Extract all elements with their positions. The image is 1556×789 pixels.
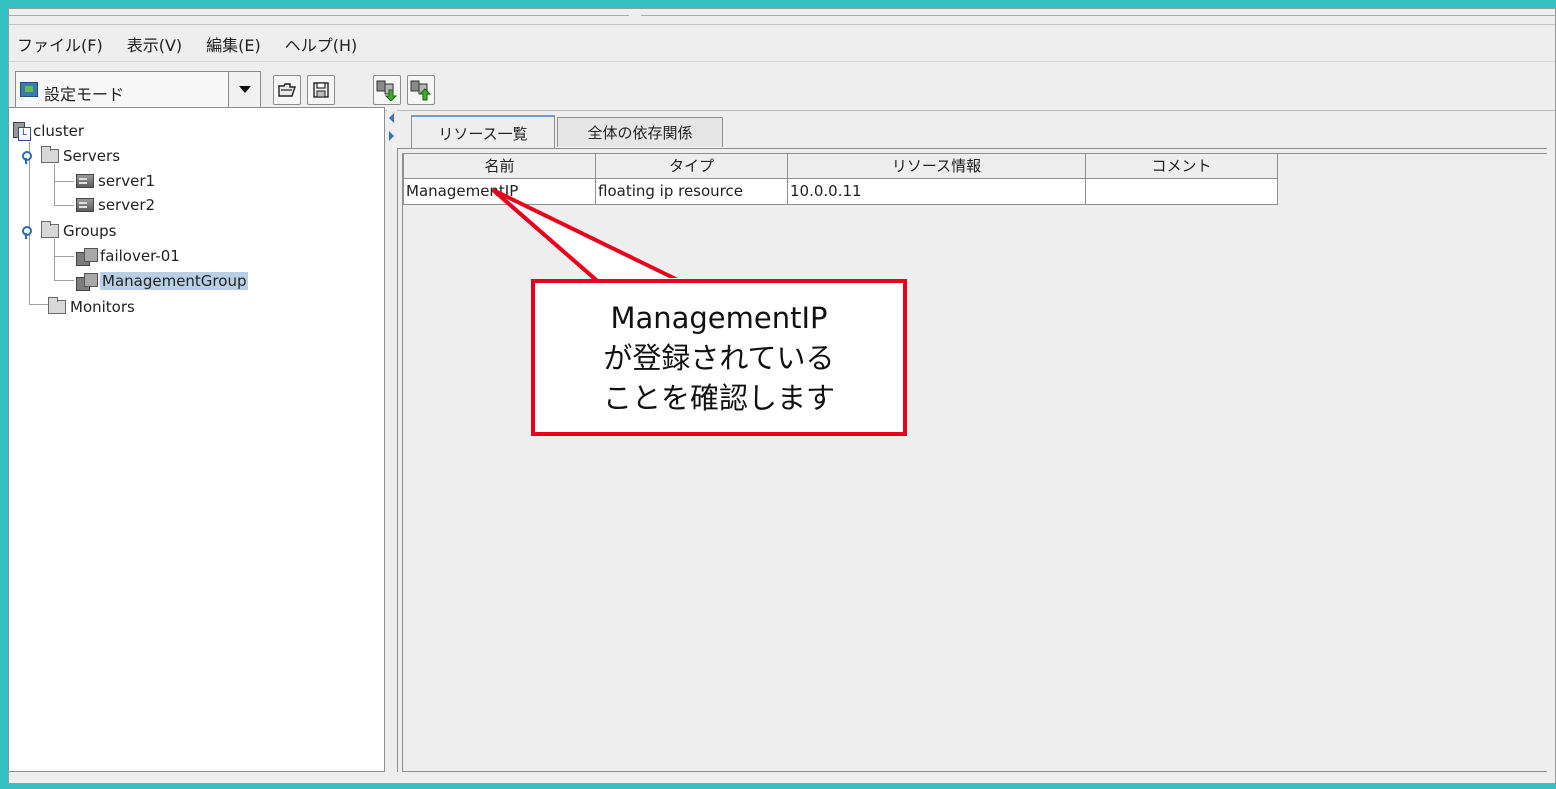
- download-icon: [376, 80, 398, 101]
- tree-line: [29, 304, 49, 305]
- tree-line: [54, 164, 55, 206]
- expand-handle-icon[interactable]: [21, 226, 32, 239]
- column-header-type[interactable]: タイプ: [595, 154, 788, 179]
- cell-name[interactable]: ManagementIP: [403, 177, 596, 205]
- cell-comment[interactable]: [1085, 177, 1278, 205]
- toolbar: 設定モード: [9, 63, 1555, 111]
- menu-file[interactable]: ファイル(F): [17, 32, 103, 56]
- mode-select-label: 設定モード: [44, 85, 125, 104]
- tree-node-failover-01[interactable]: failover-01: [76, 245, 180, 267]
- cell-resource-info[interactable]: 10.0.0.11: [787, 177, 1086, 205]
- tab-label: リソース一覧: [438, 124, 528, 143]
- menu-edit[interactable]: 編集(E): [206, 32, 261, 56]
- window-top-strip: [9, 9, 1555, 25]
- folder-icon: [48, 297, 66, 314]
- tab-content: 名前 タイプ リソース情報 コメント ManagementIP floating…: [397, 148, 1547, 772]
- mode-select[interactable]: 設定モード: [15, 71, 261, 109]
- tree-node-servers[interactable]: Servers: [21, 145, 120, 167]
- menu-help[interactable]: ヘルプ(H): [285, 32, 358, 56]
- tree-node-label: server2: [98, 196, 156, 214]
- server-icon: [76, 174, 94, 188]
- callout-line: が登録されている: [603, 340, 835, 375]
- group-icon: [76, 248, 98, 266]
- group-icon: [76, 273, 98, 291]
- chevron-down-icon[interactable]: [228, 72, 260, 108]
- open-icon: [278, 83, 296, 97]
- cluster-icon: [13, 122, 31, 141]
- tree-node-cluster[interactable]: cluster: [13, 120, 84, 142]
- tab-label: 全体の依存関係: [587, 124, 693, 142]
- tree-node-label: server1: [98, 172, 156, 190]
- save-icon: [313, 82, 329, 98]
- open-button[interactable]: [273, 75, 301, 105]
- tree-node-label: ManagementGroup: [100, 272, 249, 290]
- top-divider: [9, 15, 629, 16]
- column-header-name[interactable]: 名前: [403, 154, 596, 179]
- menu-view[interactable]: 表示(V): [127, 32, 182, 56]
- upload-button[interactable]: [407, 75, 435, 105]
- tree-node-label: failover-01: [100, 247, 180, 265]
- tab-dependencies[interactable]: 全体の依存関係: [557, 117, 723, 147]
- tree-node-server2[interactable]: server2: [76, 194, 155, 216]
- folder-icon: [41, 221, 59, 238]
- collapse-right-icon[interactable]: [389, 131, 394, 141]
- tree-line: [54, 280, 74, 281]
- tree-node-managementgroup[interactable]: ManagementGroup: [76, 270, 249, 292]
- callout-box: ManagementIP が登録されている ことを確認します: [531, 279, 907, 436]
- pane-splitter[interactable]: [387, 107, 397, 772]
- tree-node-groups[interactable]: Groups: [21, 220, 116, 242]
- tree-line: [54, 181, 74, 182]
- tree-node-label: Servers: [63, 147, 121, 165]
- upload-icon: [410, 80, 432, 101]
- tree-node-label: Groups: [63, 222, 117, 240]
- tree-node-label: cluster: [33, 122, 85, 140]
- folder-icon: [41, 146, 59, 163]
- column-header-resource-info[interactable]: リソース情報: [787, 154, 1086, 179]
- expand-handle-icon[interactable]: [21, 151, 32, 164]
- download-button[interactable]: [373, 75, 401, 105]
- menu-bar: ファイル(F) 表示(V) 編集(E) ヘルプ(H): [9, 26, 1555, 62]
- settings-mode-icon: [20, 82, 38, 97]
- collapse-left-icon[interactable]: [389, 113, 394, 123]
- callout-line: ManagementIP: [610, 300, 828, 335]
- resource-table-area[interactable]: 名前 タイプ リソース情報 コメント ManagementIP floating…: [402, 153, 1547, 772]
- tree-node-label: Monitors: [70, 298, 135, 316]
- tree-node-monitors[interactable]: Monitors: [48, 296, 135, 318]
- top-divider: [641, 15, 1555, 16]
- tab-resource-list[interactable]: リソース一覧: [411, 115, 555, 149]
- callout-line: ことを確認します: [602, 380, 835, 415]
- tree-line: [54, 205, 74, 206]
- tree-pane[interactable]: cluster Servers server1 server2 Groups f…: [8, 107, 385, 772]
- detail-pane: リソース一覧 全体の依存関係 名前 タイプ リソース情報 コメント Manage…: [397, 107, 1547, 772]
- table-header-row: 名前 タイプ リソース情報 コメント: [403, 154, 1278, 179]
- tree-node-server1[interactable]: server1: [76, 170, 155, 192]
- save-button[interactable]: [307, 75, 335, 105]
- column-header-comment[interactable]: コメント: [1085, 154, 1278, 179]
- table-row[interactable]: ManagementIP floating ip resource 10.0.0…: [403, 177, 1278, 205]
- server-icon: [76, 198, 94, 212]
- tree-line: [54, 256, 74, 257]
- tree-line: [54, 239, 55, 281]
- resource-table: 名前 タイプ リソース情報 コメント ManagementIP floating…: [403, 154, 1278, 205]
- cell-type[interactable]: floating ip resource: [595, 177, 788, 205]
